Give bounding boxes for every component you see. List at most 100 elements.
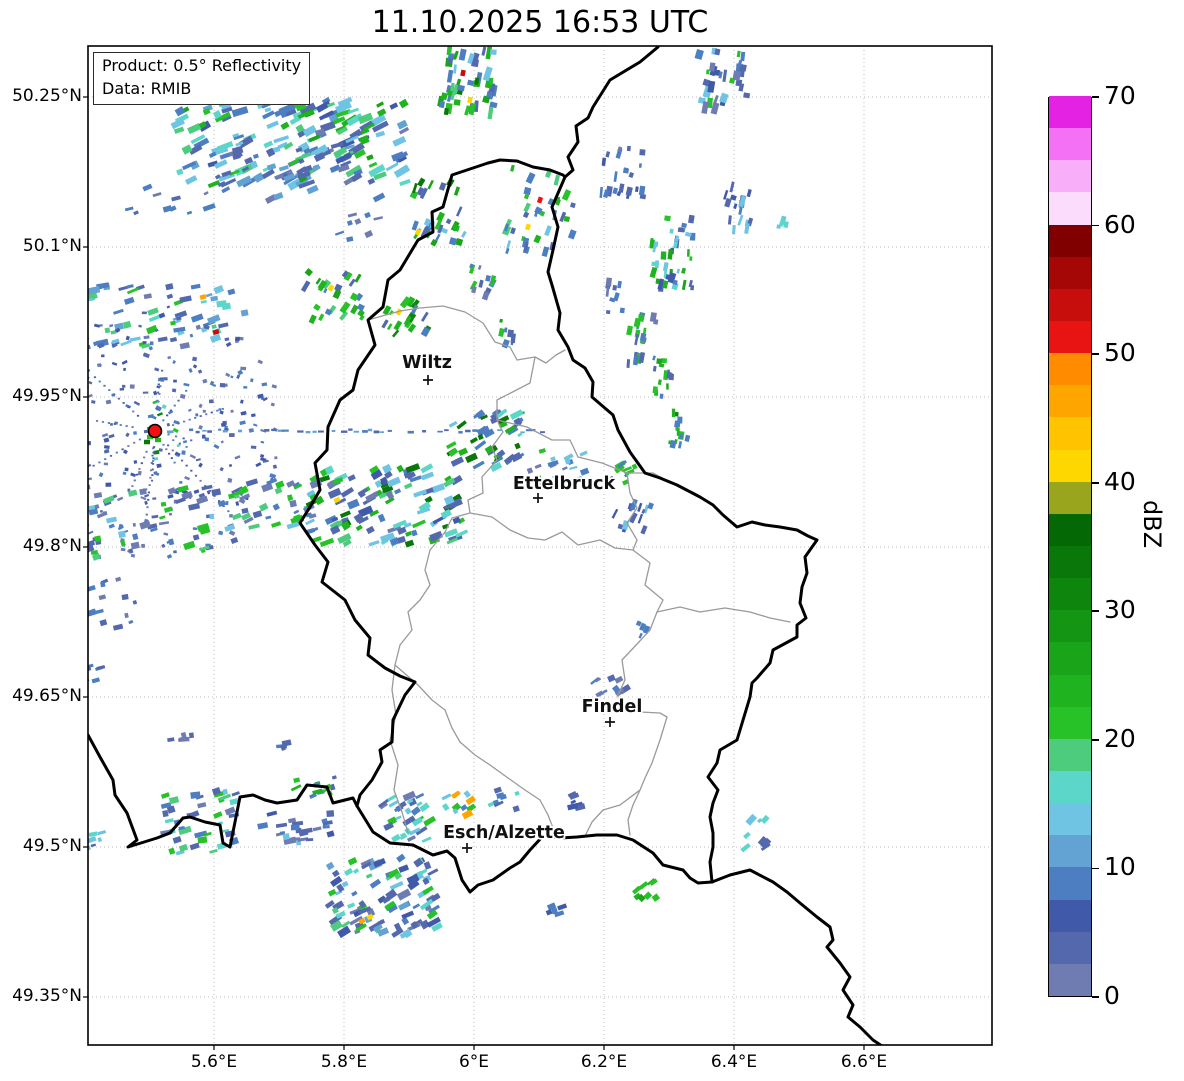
colorbar-step (1049, 191, 1091, 225)
echo-cluster (300, 268, 365, 325)
echo-cluster (611, 498, 654, 535)
radar-echo-layer (88, 46, 789, 939)
radar-map: Wiltz Ettelbruck Findel Esch/Alzette (83, 45, 993, 1050)
echo-cluster (167, 732, 195, 743)
colorbar-step (1049, 545, 1091, 579)
echo-cluster (276, 739, 292, 751)
colorbar-tick-label: 70 (1104, 81, 1136, 110)
lat-tick-label: 50.25°N (12, 86, 82, 106)
echo-cluster (437, 46, 498, 120)
colorbar-step (1049, 95, 1091, 129)
echo-cluster (626, 311, 659, 368)
lat-tick-label: 49.5°N (22, 836, 82, 856)
colorbar-step (1049, 256, 1091, 289)
colorbar-tick-label: 40 (1104, 466, 1136, 496)
district-borders (367, 305, 791, 839)
colorbar-step (1049, 834, 1091, 868)
city-label: Ettelbruck (513, 474, 616, 494)
colorbar-title: dBZ (1138, 500, 1166, 549)
colorbar-step (1049, 866, 1091, 900)
city-label: Wiltz (402, 353, 452, 373)
colorbar-tick-label: 20 (1104, 723, 1136, 753)
lat-tick-label: 49.95°N (12, 386, 82, 406)
graticule (83, 46, 992, 1050)
colorbar-step (1049, 706, 1091, 739)
echo-cluster (441, 790, 477, 820)
colorbar-step (1049, 770, 1091, 804)
colorbar-step (1049, 159, 1091, 193)
lat-tick-label: 49.35°N (12, 986, 82, 1006)
echo-cluster (723, 181, 754, 235)
lon-tick-label: 5.8°E (320, 1052, 368, 1072)
echo-cluster (445, 408, 526, 473)
colorbar-step (1049, 609, 1091, 643)
colorbar-step (1049, 513, 1091, 546)
colorbar-step (1049, 481, 1091, 514)
colorbar-step (1049, 288, 1091, 321)
echo-cluster (605, 277, 625, 315)
echo-cluster (468, 263, 497, 301)
colorbar-step (1049, 641, 1091, 675)
product-info-box: Product: 0.5° Reflectivity Data: RMIB (93, 52, 311, 106)
radar-site-marker (147, 423, 163, 439)
colorbar-tick-label: 0 (1104, 981, 1120, 1010)
echo-cluster (88, 282, 249, 350)
colorbar-tick-mark (1092, 739, 1099, 741)
colorbar-tick-mark (1092, 481, 1099, 484)
city-label: Findel (582, 697, 643, 717)
colorbar-step (1049, 738, 1091, 771)
lon-tick-label: 6.2°E (580, 1052, 628, 1072)
colorbar (1048, 95, 1092, 997)
colorbar-tick-mark (1092, 224, 1099, 227)
echo-cluster (776, 215, 789, 229)
lon-tick-label: 6.4°E (710, 1052, 758, 1072)
echo-cluster (694, 47, 751, 115)
product-info-line: Product: 0.5° Reflectivity (102, 56, 302, 75)
map-frame (87, 45, 993, 1046)
data-source-line: Data: RMIB (102, 78, 192, 98)
colorbar-tick-mark (1092, 996, 1099, 998)
echo-cluster (567, 790, 586, 812)
colorbar-step (1049, 320, 1091, 354)
city-layer: Wiltz Ettelbruck Findel Esch/Alzette (400, 351, 644, 853)
colorbar-step (1049, 931, 1091, 964)
lon-tick-label: 5.6°E (190, 1052, 238, 1072)
colorbar-step (1049, 577, 1091, 611)
lat-tick-label: 49.8°N (22, 536, 82, 556)
echo-cluster (334, 211, 384, 243)
echo-cluster (631, 878, 661, 903)
echo-cluster (88, 576, 138, 631)
colorbar-step (1049, 899, 1091, 932)
echo-cluster (668, 408, 691, 449)
colorbar-step (1049, 674, 1091, 707)
colorbar-tick-mark (1092, 867, 1099, 870)
echo-cluster (740, 813, 772, 853)
lat-tick-label: 49.65°N (12, 686, 82, 706)
echo-cluster (377, 790, 437, 843)
echo-cluster (124, 183, 193, 216)
echo-cluster (635, 620, 651, 639)
echo-cluster (409, 177, 467, 247)
city-marker (605, 717, 615, 727)
echo-cluster (305, 463, 469, 548)
radar-screenshot-page: 11.10.2025 16:53 UTC Wiltz Ettelbruck Find… (0, 0, 1184, 1081)
lon-tick-label: 6°E (458, 1052, 490, 1072)
echo-cluster (324, 853, 443, 939)
echo-cluster (652, 358, 675, 399)
echo-cluster (649, 214, 696, 292)
colorbar-step (1049, 384, 1091, 418)
city-marker (423, 375, 433, 385)
colorbar-step (1049, 802, 1091, 836)
echo-cluster (545, 902, 568, 918)
colorbar-tick-label: 10 (1104, 852, 1136, 882)
city-marker (533, 493, 543, 503)
colorbar-tick-mark (1092, 96, 1099, 98)
colorbar-step (1049, 449, 1091, 482)
city-label: Esch/Alzette (443, 823, 565, 843)
lat-tick-label: 50.1°N (22, 236, 82, 256)
echo-cluster (88, 663, 106, 684)
colorbar-tick-mark (1092, 353, 1099, 355)
city-marker (462, 843, 472, 853)
colorbar-tick-label: 30 (1104, 595, 1136, 625)
echo-cluster (381, 296, 432, 338)
